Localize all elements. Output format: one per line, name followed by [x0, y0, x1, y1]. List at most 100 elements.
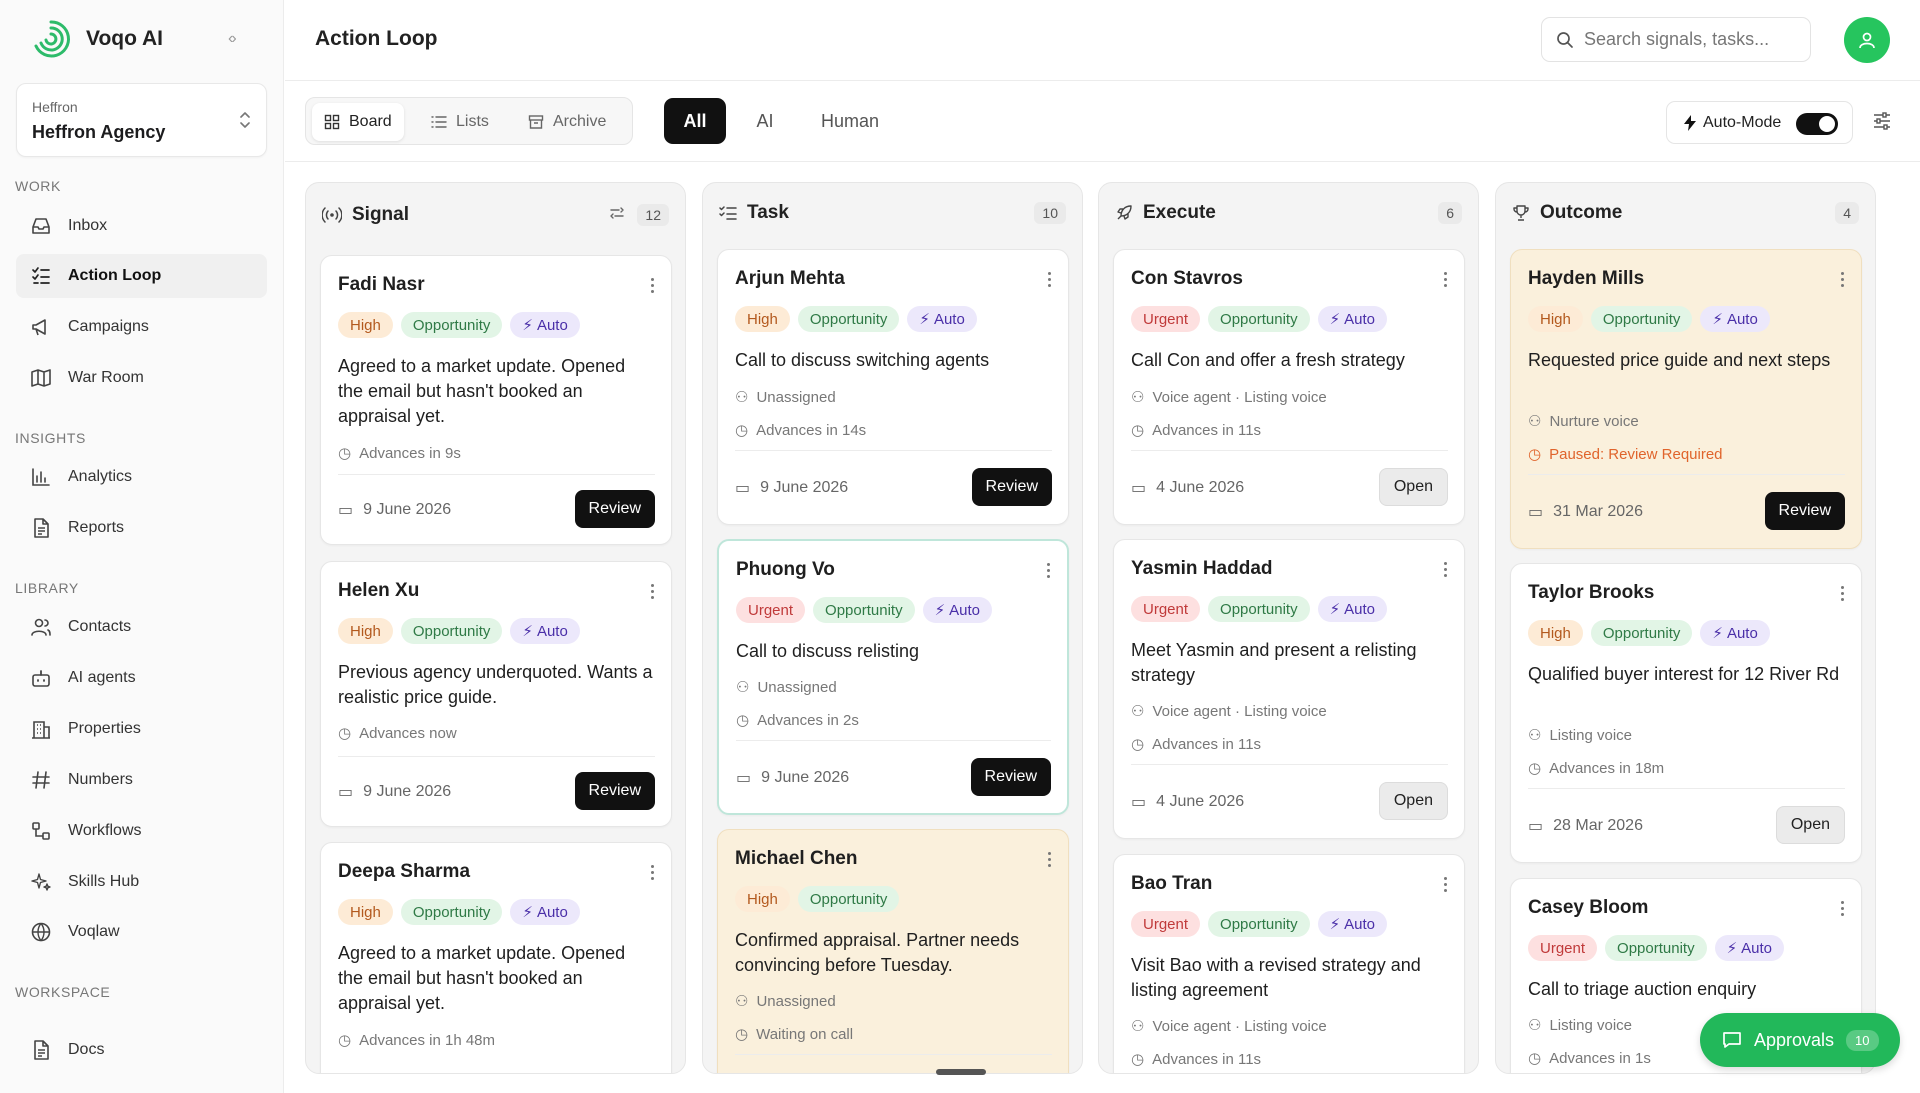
assignee-meta: ⚇ Unassigned: [735, 992, 836, 1011]
approvals-button[interactable]: Approvals 10: [1700, 1013, 1900, 1067]
task-card[interactable]: Arjun Mehta High Opportunity ⚡ Auto Call …: [717, 249, 1069, 525]
hash-icon: [32, 771, 50, 789]
auto-badge: ⚡ Auto: [1700, 306, 1770, 332]
sidebar-item-properties[interactable]: Properties: [16, 707, 267, 751]
sort-icon[interactable]: [609, 206, 625, 220]
sliders-icon[interactable]: [1872, 111, 1892, 131]
list-icon: [431, 116, 447, 128]
sidebar-item-skills-hub[interactable]: Skills Hub: [16, 860, 267, 904]
tab-label: Board: [349, 113, 392, 130]
meta-text: Voice agent · Listing voice: [1152, 702, 1327, 720]
collapse-sidebar-icon[interactable]: ‹›: [228, 30, 237, 48]
auto-mode-toggle[interactable]: [1796, 113, 1838, 135]
section-title-library: LIBRARY: [15, 580, 79, 596]
review-button[interactable]: Review: [971, 468, 1052, 506]
review-button[interactable]: Review: [970, 758, 1051, 796]
sidebar-item-voqlaw[interactable]: Voqlaw: [16, 910, 267, 954]
approvals-label: Approvals: [1754, 1029, 1835, 1050]
sidebar-item-action-loop[interactable]: Action Loop: [16, 254, 267, 298]
sidebar-item-label: Workflows: [68, 822, 142, 839]
search-icon: [1557, 31, 1573, 48]
filter-ai[interactable]: AI: [737, 98, 793, 144]
sidebar-item-docs[interactable]: Docs: [16, 1028, 267, 1072]
more-options-icon[interactable]: [1048, 852, 1052, 870]
sidebar-item-campaigns[interactable]: Campaigns: [16, 305, 267, 349]
tab-lists[interactable]: Lists: [419, 103, 501, 141]
sparkles-icon: [31, 873, 51, 891]
priority-badge: Urgent: [736, 597, 806, 623]
card-name: Fadi Nasr: [338, 274, 425, 295]
more-options-icon[interactable]: [1841, 901, 1845, 919]
card-meta: ◷ Advances now: [338, 724, 457, 743]
card-meta: ◷ Advances in 1h 48m: [338, 1031, 495, 1050]
sidebar-item-ai-agents[interactable]: AI agents: [16, 656, 267, 700]
agency-label: Heffron: [32, 99, 78, 115]
task-card[interactable]: Helen Xu High Opportunity ⚡ Auto Previous…: [320, 561, 672, 827]
voice-meta: ⚇ Nurture voice: [1528, 412, 1639, 431]
sidebar-item-reports[interactable]: Reports: [16, 506, 267, 550]
meta-text: Paused: Review Required: [1549, 445, 1723, 463]
sidebar-item-numbers[interactable]: Numbers: [16, 758, 267, 802]
filter-all[interactable]: All: [664, 98, 726, 144]
auto-mode-label: Auto-Mode: [1703, 113, 1782, 131]
search-input[interactable]: [1584, 29, 1794, 50]
lightning-icon: ⚡: [522, 904, 533, 921]
task-card[interactable]: Bao Tran Urgent Opportunity ⚡ Auto Visit …: [1113, 854, 1465, 1073]
card-description: Call Con and offer a fresh strategy: [1131, 350, 1405, 370]
bar-chart-icon: [32, 468, 50, 486]
review-button[interactable]: Review: [1764, 492, 1845, 530]
user-avatar[interactable]: [1844, 17, 1890, 63]
sidebar-item-analytics[interactable]: Analytics: [16, 455, 267, 499]
brand[interactable]: Voqo AI: [30, 18, 163, 60]
task-card[interactable]: Fadi Nasr High Opportunity ⚡ Auto Agreed …: [320, 255, 672, 545]
open-button[interactable]: Open: [1775, 806, 1845, 844]
priority-badge: High: [1528, 306, 1583, 332]
more-options-icon[interactable]: [651, 584, 655, 602]
review-button[interactable]: Review: [574, 772, 655, 810]
sidebar-item-label: Skills Hub: [68, 873, 140, 890]
card-date: ▭ 9 June 2026: [735, 478, 848, 498]
card-description: Previous agency underquoted. Wants a rea…: [338, 662, 653, 707]
tab-board[interactable]: Board: [312, 103, 404, 141]
sidebar-item-label: War Room: [68, 369, 144, 386]
card-name: Arjun Mehta: [735, 268, 845, 289]
task-card[interactable]: Deepa Sharma High Opportunity ⚡ Auto Agre…: [320, 842, 672, 1073]
more-options-icon[interactable]: [651, 865, 655, 883]
task-card[interactable]: Hayden Mills High Opportunity ⚡ Auto Requ…: [1510, 249, 1862, 549]
open-button[interactable]: Open: [1378, 468, 1448, 506]
sidebar-item-label: Inbox: [68, 217, 108, 234]
sidebar-item-contacts[interactable]: Contacts: [16, 605, 267, 649]
priority-badge: Urgent: [1131, 596, 1201, 622]
task-card[interactable]: Phuong Vo Urgent Opportunity ⚡ Auto Call …: [717, 539, 1069, 815]
card-meta: ◷ Waiting on call: [735, 1025, 853, 1044]
more-options-icon[interactable]: [1444, 877, 1448, 895]
review-button[interactable]: Review: [574, 490, 655, 528]
task-card[interactable]: Michael Chen High Opportunity Confirmed …: [717, 829, 1069, 1073]
card-meta: ◷ Advances in 1s: [1528, 1049, 1651, 1068]
more-options-icon[interactable]: [1841, 272, 1845, 290]
sidebar-item-workflows[interactable]: Workflows: [16, 809, 267, 853]
auto-badge: ⚡ Auto: [510, 899, 580, 925]
filter-human[interactable]: Human: [806, 98, 894, 144]
open-button[interactable]: Open: [1378, 782, 1448, 820]
task-card[interactable]: Taylor Brooks High Opportunity ⚡ Auto Qua…: [1510, 563, 1862, 863]
badge-label: Auto: [933, 310, 965, 328]
task-card[interactable]: Yasmin Haddad Urgent Opportunity ⚡ Auto M…: [1113, 539, 1465, 839]
type-badge: Opportunity: [813, 597, 915, 623]
card-description: Agreed to a market update. Opened the em…: [338, 356, 626, 426]
more-options-icon[interactable]: [1444, 562, 1448, 580]
more-options-icon[interactable]: [1048, 272, 1052, 290]
column-title: Signal: [352, 204, 410, 225]
task-card[interactable]: Con Stavros Urgent Opportunity ⚡ Auto Cal…: [1113, 249, 1465, 525]
horizontal-scrollbar[interactable]: [936, 1069, 986, 1075]
search-box[interactable]: [1541, 17, 1811, 62]
priority-badge: High: [735, 886, 790, 912]
tab-archive[interactable]: Archive: [516, 103, 618, 141]
more-options-icon[interactable]: [1047, 563, 1051, 581]
sidebar-item-war-room[interactable]: War Room: [16, 356, 267, 400]
more-options-icon[interactable]: [1444, 272, 1448, 290]
more-options-icon[interactable]: [651, 278, 655, 296]
agency-switcher[interactable]: Heffron Heffron Agency: [16, 83, 267, 157]
more-options-icon[interactable]: [1841, 586, 1845, 604]
sidebar-item-inbox[interactable]: Inbox: [16, 204, 267, 248]
